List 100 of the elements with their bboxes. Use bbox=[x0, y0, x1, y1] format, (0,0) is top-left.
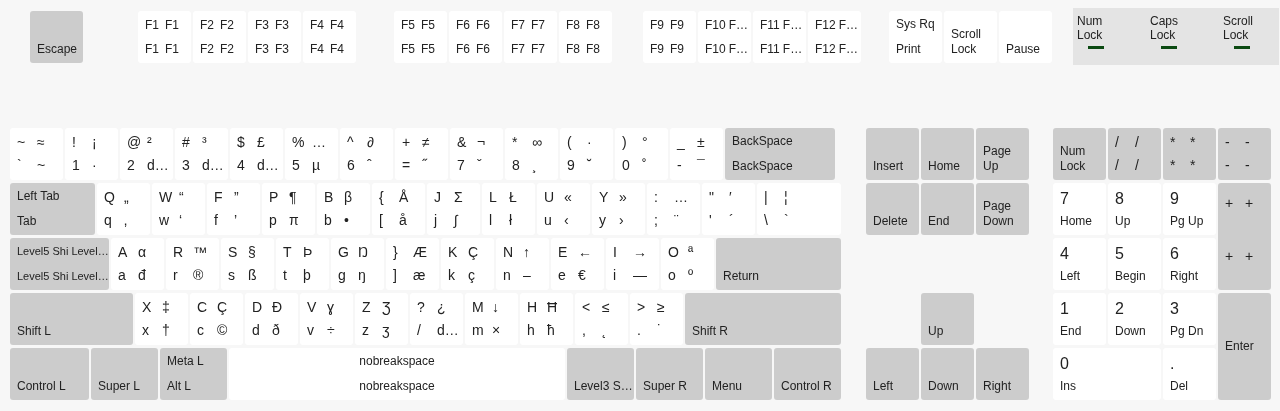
key-label: Shift R bbox=[692, 324, 729, 339]
key-label: Ł bbox=[509, 189, 517, 206]
key-label: ¬ bbox=[477, 134, 486, 151]
key-label: F1 bbox=[145, 16, 160, 34]
key-label: d… bbox=[257, 157, 279, 174]
key-label: Return bbox=[723, 269, 761, 284]
key-label: Delete bbox=[873, 214, 909, 229]
key-label: } bbox=[393, 244, 399, 261]
key-label: # bbox=[182, 134, 191, 151]
key-label: F2 bbox=[200, 16, 215, 34]
key-label: … bbox=[674, 189, 688, 206]
key-label: S bbox=[228, 244, 239, 261]
key-label: 3 bbox=[1170, 299, 1180, 319]
key-label: + bbox=[1245, 248, 1254, 265]
key-label: a bbox=[118, 267, 127, 284]
key-label: Page Up bbox=[983, 144, 1013, 174]
key-label: ɣ bbox=[327, 299, 334, 316]
key-label: Þ bbox=[303, 244, 313, 261]
key-label: / bbox=[1135, 157, 1139, 174]
key-label: F5 bbox=[401, 40, 416, 58]
key-label: I bbox=[613, 244, 618, 261]
key-label: g bbox=[338, 267, 347, 284]
key-label: F6 bbox=[476, 16, 490, 34]
key-label: % bbox=[292, 134, 306, 151]
key-label: 1 bbox=[72, 157, 81, 174]
key-label: „ bbox=[124, 189, 129, 206]
key-label: F4 bbox=[310, 40, 325, 58]
key-label: < bbox=[582, 299, 592, 316]
key-label: F10 bbox=[705, 16, 727, 34]
key-label: ð bbox=[272, 322, 280, 339]
key-label: † bbox=[162, 322, 170, 339]
key-label: X bbox=[142, 299, 153, 316]
key-label: i bbox=[613, 267, 618, 284]
indicator-label: Caps Lock bbox=[1150, 14, 1179, 42]
key-label: . bbox=[637, 322, 642, 339]
key-label: F7 bbox=[531, 16, 545, 34]
key-label: 9 bbox=[567, 157, 576, 174]
key-label: ˆ bbox=[367, 157, 372, 174]
key-label: F6 bbox=[456, 16, 471, 34]
key-label: Down bbox=[928, 379, 960, 394]
key-label: Menu bbox=[712, 379, 744, 394]
key-label: z bbox=[362, 322, 370, 339]
key-label: 7 bbox=[457, 157, 466, 174]
key-label: F… bbox=[728, 16, 749, 34]
key-label: ′ bbox=[729, 189, 732, 206]
key-label: W bbox=[159, 189, 174, 206]
key-label: ™ bbox=[193, 244, 207, 261]
key-label: 5 bbox=[1115, 244, 1125, 264]
key-label: 1 bbox=[1060, 299, 1070, 319]
key-label: β bbox=[344, 189, 353, 206]
key-label: B bbox=[324, 189, 335, 206]
key-label: Level5 Shi bbox=[17, 244, 70, 259]
key-label: / bbox=[417, 322, 422, 339]
key-label: F8 bbox=[586, 16, 600, 34]
key-label: Left bbox=[873, 379, 894, 394]
key-label: Begin bbox=[1115, 269, 1147, 284]
key-label: Pg Up bbox=[1170, 214, 1205, 229]
key-label: F1 bbox=[165, 16, 179, 34]
key-label: V bbox=[307, 299, 318, 316]
key-label: Left bbox=[1060, 269, 1081, 284]
key-label: ¨ bbox=[674, 212, 679, 229]
key-label: F12 bbox=[815, 40, 837, 58]
key-label: ç bbox=[468, 267, 475, 284]
key-label: J bbox=[434, 189, 442, 206]
key-label: Đ bbox=[272, 299, 283, 316]
key-label: F8 bbox=[566, 16, 581, 34]
key-label: 8 bbox=[512, 157, 521, 174]
key-label: e bbox=[558, 267, 567, 284]
key-label: ß bbox=[248, 267, 257, 284]
key-label: æ bbox=[413, 267, 426, 284]
key-label: h bbox=[527, 322, 536, 339]
key-label: ˚ bbox=[642, 157, 647, 174]
key-label: F bbox=[214, 189, 224, 206]
key-label: º bbox=[688, 267, 694, 284]
key-label: . bbox=[1170, 354, 1176, 374]
key-label: ˝ bbox=[422, 157, 427, 174]
key-label: N bbox=[503, 244, 515, 261]
key-label: Up bbox=[1115, 214, 1132, 229]
key-label: ‡ bbox=[162, 299, 170, 316]
key-label: + bbox=[1225, 195, 1235, 212]
key-label: ‚ bbox=[124, 212, 128, 229]
key-label: Home bbox=[928, 159, 961, 174]
key-label: đ bbox=[138, 267, 146, 284]
key-label: ł bbox=[509, 212, 513, 229]
key-label: / bbox=[1115, 134, 1120, 151]
key-label: c bbox=[197, 322, 205, 339]
key-label: ˙ bbox=[657, 322, 662, 339]
indicator-label: Scroll Lock bbox=[1223, 14, 1254, 42]
key-label: > bbox=[637, 299, 647, 316]
key-label: ∫ bbox=[454, 212, 458, 229]
key-label: K bbox=[448, 244, 459, 261]
key-label: å bbox=[399, 212, 407, 229]
key-label: ≈ bbox=[37, 134, 45, 151]
key-label: Home bbox=[1060, 214, 1093, 229]
key-label: q bbox=[104, 212, 113, 229]
key-label: Enter bbox=[1225, 339, 1255, 354]
key-label: G bbox=[338, 244, 350, 261]
key-label: 4 bbox=[237, 157, 246, 174]
key-label: π bbox=[289, 212, 299, 229]
key-label: x bbox=[142, 322, 150, 339]
